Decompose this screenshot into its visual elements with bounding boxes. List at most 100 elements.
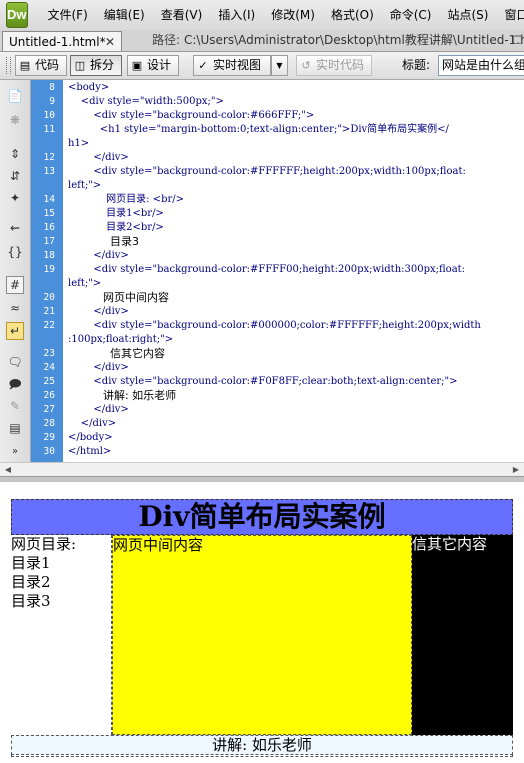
code-line[interactable]: 8 <body>: [31, 81, 524, 95]
live-code-button[interactable]: ↺ 实时代码: [296, 55, 372, 76]
footer-div[interactable]: 讲解: 如乐老师: [11, 735, 513, 755]
code-line[interactable]: 22 <div style="background-color:#000000;…: [31, 319, 524, 333]
code-line[interactable]: 9 <div style="width:500px;">: [31, 95, 524, 109]
remove-comment-icon[interactable]: 🗩: [7, 376, 23, 392]
code-line[interactable]: 17 目录3: [31, 235, 524, 249]
recent-snippets-icon[interactable]: ▤: [7, 420, 23, 436]
window-restore-icon[interactable]: ❐: [513, 30, 523, 51]
code-line[interactable]: 20 网页中间内容: [31, 291, 524, 305]
menu-edit[interactable]: 编辑(E): [96, 0, 153, 30]
line-number: 13: [43, 166, 55, 177]
split-icon: ◫: [74, 58, 86, 72]
horizontal-scrollbar[interactable]: ◀ ▶: [0, 462, 524, 477]
line-number: 27: [43, 404, 55, 415]
code-text: <div style="background-color:#666FFF;">: [68, 110, 315, 121]
title-label: 标题:: [402, 58, 431, 72]
open-documents-icon[interactable]: 📄: [7, 88, 23, 104]
code-editor[interactable]: 8 <body> 9 <div style="width:500px;"> 10 <d…: [31, 81, 524, 461]
split-view-label: 拆分: [90, 58, 115, 72]
code-line[interactable]: 23 信其它内容: [31, 347, 524, 361]
chevron-down-icon: ▼: [276, 61, 283, 70]
word-wrap-icon[interactable]: ↵: [6, 322, 24, 340]
line-number: 20: [43, 292, 55, 303]
path-label: 路径:: [152, 33, 181, 47]
menu-file[interactable]: 文件(F): [40, 0, 96, 30]
line-number: 22: [43, 320, 55, 331]
select-parent-tag-icon[interactable]: ⇜: [7, 220, 23, 236]
line-number: 16: [43, 222, 55, 233]
apply-comment-icon[interactable]: 🗨: [7, 354, 23, 370]
line-number: 26: [43, 390, 55, 401]
code-text: <body>: [68, 82, 110, 93]
code-text: 目录2<br/>: [68, 222, 164, 233]
collapse-tag-icon[interactable]: ⇕: [7, 146, 23, 162]
code-view-button[interactable]: ▤ 代码: [15, 55, 67, 76]
code-text: </html>: [68, 446, 112, 457]
design-view-button[interactable]: ▣ 设计: [127, 55, 179, 76]
code-line[interactable]: 29 </body>: [31, 431, 524, 445]
code-line[interactable]: 18 </div>: [31, 249, 524, 263]
menu-site[interactable]: 站点(S): [440, 0, 497, 30]
code-line[interactable]: 26 讲解: 如乐老师: [31, 389, 524, 403]
code-line[interactable]: :100px;float:right;">: [31, 333, 524, 347]
middle-div[interactable]: 网页中间内容: [112, 535, 412, 735]
code-line[interactable]: 13 <div style="background-color:#FFFFFF;…: [31, 165, 524, 179]
code-text: <h1 style="margin-bottom:0;text-align:ce…: [68, 124, 449, 135]
wrap-tag-icon[interactable]: ✎: [7, 398, 23, 414]
scroll-right-icon[interactable]: ▶: [509, 463, 523, 477]
menu-view[interactable]: 查看(V): [153, 0, 211, 30]
expand-all-icon[interactable]: ✦: [7, 190, 23, 206]
scroll-left-icon[interactable]: ◀: [1, 463, 15, 477]
balance-braces-icon[interactable]: {}: [7, 244, 23, 260]
design-view[interactable]: Div简单布局实案例 网页目录: 目录1 目录2 目录3 网页中间内容 信其它内…: [0, 482, 524, 763]
code-text: <div style="background-color:#FFFF00;hei…: [68, 264, 466, 275]
menu-format[interactable]: 格式(O): [323, 0, 382, 30]
document-tab-label: Untitled-1.html*: [9, 35, 106, 49]
live-view-button[interactable]: ✓ 实时视图: [193, 55, 271, 76]
code-line[interactable]: 11 <h1 style="margin-bottom:0;text-align…: [31, 123, 524, 137]
code-line[interactable]: 25 <div style="background-color:#F0F8FF;…: [31, 375, 524, 389]
header-div[interactable]: Div简单布局实案例: [11, 499, 513, 535]
live-view-dropdown[interactable]: ▼: [271, 55, 288, 76]
close-icon[interactable]: ✕: [105, 32, 115, 51]
line-number: 18: [43, 250, 55, 261]
menu-commands[interactable]: 命令(C): [382, 0, 440, 30]
code-line[interactable]: 28 </div>: [31, 417, 524, 431]
code-line[interactable]: left;">: [31, 179, 524, 193]
code-line[interactable]: 24 </div>: [31, 361, 524, 375]
highlight-invalid-code-icon[interactable]: ≈: [7, 300, 23, 316]
menu-modify[interactable]: 修改(M): [263, 0, 323, 30]
code-text: </div>: [68, 152, 129, 163]
code-line[interactable]: 16 目录2<br/>: [31, 221, 524, 235]
code-line[interactable]: 19 <div style="background-color:#FFFF00;…: [31, 263, 524, 277]
code-view[interactable]: 📄 ❋ ⇕ ⇵ ✦ ⇜ {} # ≈ ↵ 🗨 🗩 ✎ ▤ » 8 <body> 9 …: [0, 80, 524, 462]
split-view-button[interactable]: ◫ 拆分: [70, 55, 122, 76]
show-code-navigator-icon[interactable]: ❋: [7, 112, 23, 128]
line-number: 28: [43, 418, 55, 429]
right-div[interactable]: 信其它内容: [412, 535, 513, 735]
live-code-label: 实时代码: [316, 58, 365, 72]
chevron-down-icon[interactable]: »: [7, 444, 23, 460]
line-numbers-icon[interactable]: #: [6, 276, 24, 294]
code-line[interactable]: 10 <div style="background-color:#666FFF;…: [31, 109, 524, 123]
code-line[interactable]: 21 </div>: [31, 305, 524, 319]
code-line[interactable]: 30 </html>: [31, 445, 524, 459]
code-line[interactable]: 15 目录1<br/>: [31, 207, 524, 221]
code-line[interactable]: 12 </div>: [31, 151, 524, 165]
toolbar-grip[interactable]: [6, 57, 11, 74]
code-icon: ▤: [19, 58, 31, 72]
code-line[interactable]: h1>: [31, 137, 524, 151]
title-input[interactable]: 网站是由什么组: [438, 55, 524, 76]
line-number: 15: [43, 208, 55, 219]
code-line[interactable]: 27 </div>: [31, 403, 524, 417]
code-line[interactable]: 14 网页目录: <br/>: [31, 193, 524, 207]
menu-window[interactable]: 窗口: [496, 0, 524, 30]
code-text: 网页中间内容: [68, 291, 169, 304]
collapse-selection-icon[interactable]: ⇵: [7, 168, 23, 184]
menu-insert[interactable]: 插入(I): [210, 0, 263, 30]
left-div[interactable]: 网页目录: 目录1 目录2 目录3: [11, 535, 112, 735]
code-line[interactable]: left;">: [31, 277, 524, 291]
line-number: 23: [43, 348, 55, 359]
document-tab[interactable]: Untitled-1.html* ✕: [2, 31, 122, 51]
line-number: 24: [43, 362, 55, 373]
